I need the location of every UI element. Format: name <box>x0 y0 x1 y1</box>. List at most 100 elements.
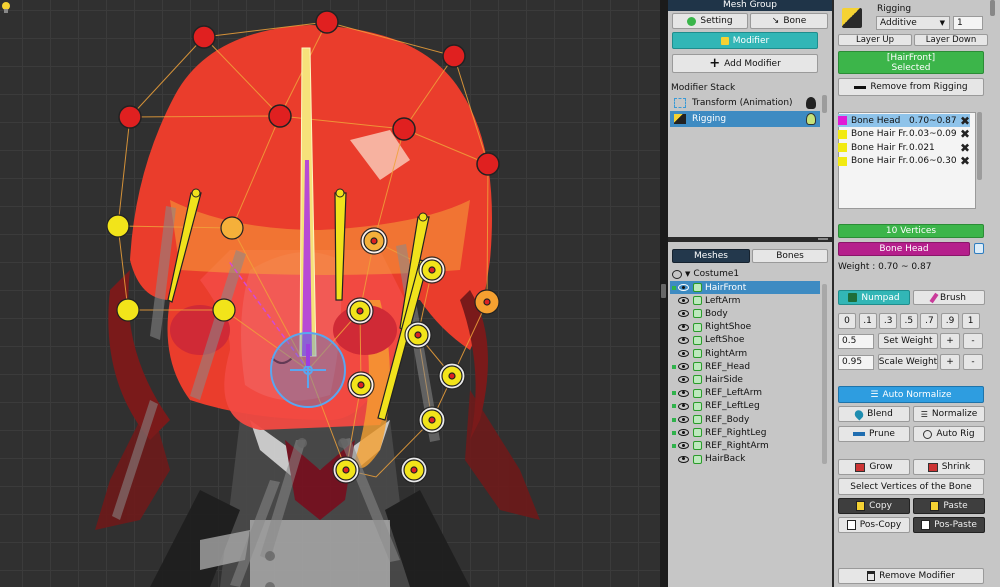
paste-button[interactable]: Paste <box>913 498 985 514</box>
weight-preset-button[interactable]: .1 <box>858 313 877 329</box>
modifier-item-transform[interactable]: Transform (Animation) <box>670 95 820 111</box>
tree-root-costume[interactable]: ▼ Costume1 <box>672 266 832 282</box>
set-weight-button[interactable]: Set Weight <box>878 333 938 349</box>
remove-from-rigging-button[interactable]: Remove from Rigging <box>838 78 984 96</box>
mesh-list-scrollbar[interactable] <box>822 284 827 464</box>
visibility-bulb-icon[interactable] <box>806 97 816 109</box>
normalize-button[interactable]: ☰ Normalize <box>913 406 985 422</box>
weight-preset-button[interactable]: 0 <box>838 313 856 329</box>
eye-icon[interactable] <box>678 429 689 437</box>
editor-viewport[interactable] <box>0 0 660 587</box>
eye-icon[interactable] <box>678 442 689 450</box>
modifier-item-rigging[interactable]: Rigging <box>670 111 820 127</box>
mesh-list-item[interactable]: LeftShoe <box>670 334 820 347</box>
set-weight-input[interactable]: 0.5 <box>838 334 874 349</box>
blend-mode-select[interactable]: Additive ▼ <box>876 16 950 30</box>
mesh-list-item[interactable]: RightArm <box>670 347 820 360</box>
eye-icon[interactable] <box>678 402 689 410</box>
scale-weight-minus-button[interactable]: - <box>963 354 983 370</box>
weight-preset-button[interactable]: .3 <box>879 313 898 329</box>
layer-up-button[interactable]: Layer Up <box>838 34 912 46</box>
section-splitter[interactable] <box>668 237 832 242</box>
brush-icon <box>929 292 939 303</box>
bone-weight-value: 0.03~0.09 <box>909 129 957 139</box>
eye-icon[interactable] <box>678 350 689 357</box>
eye-icon[interactable] <box>678 336 689 344</box>
remove-bone-icon[interactable]: ✖ <box>960 141 970 155</box>
mesh-list-item[interactable]: REF_RightArm <box>670 439 820 452</box>
eye-icon[interactable] <box>678 389 689 397</box>
pos-copy-button[interactable]: Pos-Copy <box>838 517 910 533</box>
auto-rig-button[interactable]: Auto Rig <box>913 426 985 442</box>
tab-modifier[interactable]: Modifier <box>672 32 818 49</box>
weight-preset-button[interactable]: 1 <box>961 313 980 329</box>
brush-tab[interactable]: Brush <box>913 290 985 305</box>
eye-icon[interactable] <box>678 416 689 423</box>
tab-setting[interactable]: Setting <box>672 13 748 29</box>
scale-weight-button[interactable]: Scale Weight <box>878 354 938 370</box>
mesh-list-item[interactable]: REF_RightLeg <box>670 426 820 439</box>
bone-weight-row[interactable]: Bone Hair Fr... 0.03~0.09 ✖ <box>838 127 970 141</box>
layer-input[interactable]: 1 <box>953 16 983 30</box>
remove-bone-icon[interactable]: ✖ <box>960 154 970 168</box>
eye-icon[interactable] <box>678 284 689 291</box>
add-modifier-button[interactable]: + Add Modifier <box>672 54 818 73</box>
numpad-tab[interactable]: Numpad <box>838 290 910 305</box>
mesh-list-item[interactable]: REF_LeftLeg <box>670 400 820 413</box>
remove-bone-icon[interactable]: ✖ <box>960 127 970 141</box>
eye-icon[interactable] <box>678 297 689 305</box>
mesh-list-item-label: REF_Body <box>705 414 750 425</box>
grow-button[interactable]: Grow <box>838 459 910 475</box>
set-weight-minus-button[interactable]: - <box>963 333 983 349</box>
auto-normalize-toggle[interactable]: ☰ Auto Normalize <box>838 386 984 403</box>
eye-icon[interactable] <box>678 363 689 371</box>
rig-canvas[interactable] <box>0 0 660 587</box>
transform-icon <box>674 98 686 108</box>
eye-icon[interactable] <box>678 310 689 318</box>
mesh-list-item[interactable]: REF_Body <box>670 413 820 426</box>
weight-readout: Weight : 0.70 ~ 0.87 <box>838 262 932 272</box>
panel-splitter[interactable] <box>660 0 668 587</box>
visibility-bulb-icon[interactable] <box>806 113 816 125</box>
lock-icon[interactable] <box>974 243 984 254</box>
eye-icon[interactable] <box>678 455 689 463</box>
set-weight-plus-button[interactable]: + <box>940 333 960 349</box>
prune-button[interactable]: Prune <box>838 426 910 442</box>
modifier-stack-scrollbar[interactable] <box>822 95 827 113</box>
pos-paste-button[interactable]: Pos-Paste <box>913 517 985 533</box>
copy-icon <box>856 501 866 511</box>
shrink-button[interactable]: Shrink <box>913 459 985 475</box>
remove-modifier-button[interactable]: Remove Modifier <box>838 568 984 584</box>
bone-weight-row[interactable]: Bone Hair Fr... 0.021 ✖ <box>838 141 970 155</box>
mesh-list-item[interactable]: REF_LeftArm <box>670 387 820 400</box>
mesh-list-item[interactable]: Body <box>670 307 820 320</box>
bone-weight-row[interactable]: Bone Head 0.70~0.87 ✖ <box>838 114 970 128</box>
bone-weight-row[interactable]: Bone Hair Fr... 0.06~0.30 ✖ <box>838 154 970 168</box>
light-icon[interactable] <box>0 0 12 14</box>
tab-meshes[interactable]: Meshes <box>672 249 750 263</box>
tab-bone[interactable]: ↘ Bone <box>750 13 828 29</box>
weight-preset-button[interactable]: .7 <box>920 313 939 329</box>
scale-weight-input[interactable]: 0.95 <box>838 355 874 370</box>
mesh-list-item[interactable]: RightShoe <box>670 321 820 334</box>
eye-icon[interactable] <box>678 376 689 384</box>
scale-weight-plus-button[interactable]: + <box>940 354 960 370</box>
mesh-list-item[interactable]: REF_Head <box>670 360 820 373</box>
mesh-list-item[interactable]: HairSide <box>670 373 820 386</box>
layer-down-button[interactable]: Layer Down <box>914 34 988 46</box>
bone-list-scrollbar[interactable] <box>977 112 982 180</box>
weight-preset-button[interactable]: .5 <box>899 313 918 329</box>
mesh-icon <box>693 454 702 464</box>
weight-preset-button[interactable]: .9 <box>941 313 959 329</box>
copy-button[interactable]: Copy <box>838 498 910 514</box>
transform-gizmo[interactable] <box>270 332 346 408</box>
mesh-list-item[interactable]: LeftArm <box>670 294 820 307</box>
select-vertices-of-bone-button[interactable]: Select Vertices of the Bone <box>838 478 984 495</box>
blend-button[interactable]: Blend <box>838 406 910 422</box>
mesh-list-item[interactable]: HairBack <box>670 453 820 466</box>
right-panel-scrollbar[interactable] <box>990 0 995 16</box>
mesh-list-item[interactable]: HairFront <box>670 281 820 294</box>
tab-bones[interactable]: Bones <box>752 249 828 263</box>
eye-icon[interactable] <box>678 323 689 331</box>
remove-bone-icon[interactable]: ✖ <box>960 114 970 128</box>
